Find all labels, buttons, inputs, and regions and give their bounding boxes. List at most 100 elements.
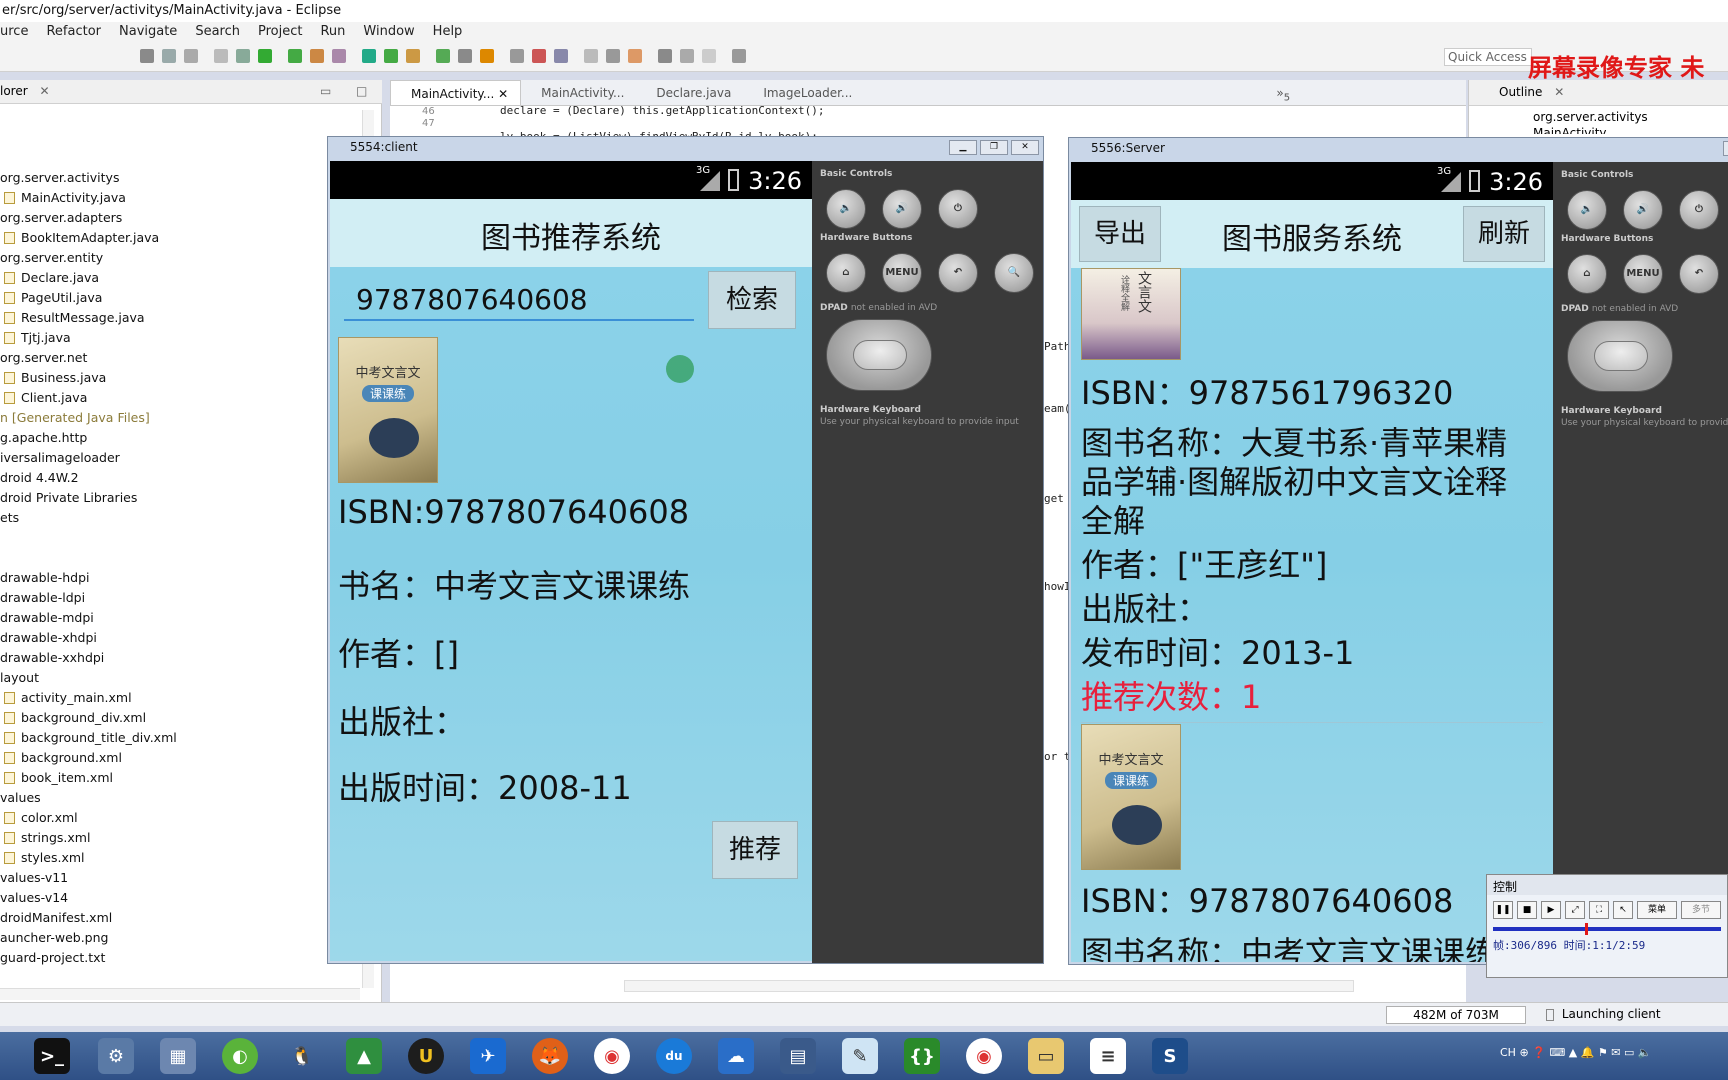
tree-item[interactable]: Declare.java xyxy=(0,268,370,288)
outline-item[interactable]: org.server.activitys xyxy=(1469,106,1728,124)
tree-item[interactable]: drawable-ldpi xyxy=(0,588,370,608)
editor-tab[interactable]: MainActivity... ✕ xyxy=(390,80,522,105)
dpad-center[interactable] xyxy=(1594,341,1648,371)
feishu-icon[interactable]: ✈ xyxy=(470,1038,506,1074)
firefox-icon[interactable]: 🦊 xyxy=(532,1038,568,1074)
quick-access-input[interactable]: Quick Access xyxy=(1444,48,1532,66)
tree-item[interactable]: background_div.xml xyxy=(0,708,370,728)
client-window-titlebar[interactable]: 5554:client ▁ ❐ ✕ xyxy=(328,137,1043,159)
tree-item[interactable]: values-v11 xyxy=(0,868,370,888)
book-cover-image[interactable]: 中考文言文 课课练 xyxy=(1081,724,1181,870)
tree-item[interactable]: background_title_div.xml xyxy=(0,728,370,748)
toolbar-icon[interactable] xyxy=(584,49,598,63)
folder-icon[interactable]: ▭ xyxy=(1028,1038,1064,1074)
search-icon[interactable]: 🔍 xyxy=(994,253,1034,293)
dpad-control[interactable] xyxy=(1567,320,1673,392)
package-explorer-tab[interactable]: lorer ✕ ▭ □ xyxy=(0,80,382,104)
toolbar-icon[interactable] xyxy=(680,49,694,63)
toolbar-icon[interactable] xyxy=(310,49,324,63)
tree-item[interactable]: color.xml xyxy=(0,808,370,828)
tree-item[interactable]: guard-project.txt xyxy=(0,948,370,968)
tree-item[interactable]: BookItemAdapter.java xyxy=(0,228,370,248)
tree-item[interactable]: PageUtil.java xyxy=(0,288,370,308)
menu-item[interactable]: urce xyxy=(0,22,37,42)
toolbar-icon[interactable] xyxy=(236,49,250,63)
chart-app-icon[interactable]: ▲ xyxy=(346,1038,382,1074)
cloud-icon[interactable]: ☁ xyxy=(718,1038,754,1074)
editor-horizontal-scrollbar[interactable] xyxy=(624,980,1354,992)
menu-item[interactable]: Window xyxy=(354,22,423,42)
toolbar-icon[interactable] xyxy=(436,49,450,63)
tree-item[interactable]: drawable-xxhdpi xyxy=(0,648,370,668)
toolbar-icon[interactable] xyxy=(140,49,154,63)
isbn-search-input[interactable]: 9787807640608 xyxy=(344,279,694,321)
qq-icon[interactable]: 🐧 xyxy=(284,1038,320,1074)
close-icon[interactable]: ✕ xyxy=(494,87,508,101)
book-cover-image[interactable]: 中考文言文 课课练 xyxy=(338,337,438,483)
tree-item[interactable]: org.server.activitys xyxy=(0,168,370,188)
menu-item[interactable]: Help xyxy=(424,22,472,42)
back-icon[interactable]: ↶ xyxy=(1679,254,1719,294)
play-icon[interactable]: ▶ xyxy=(1541,901,1561,919)
dpad-control[interactable] xyxy=(826,319,932,391)
tree-item[interactable]: org.server.entity xyxy=(0,248,370,268)
playback-marker[interactable] xyxy=(1585,923,1588,935)
ultraedit-icon[interactable]: U xyxy=(408,1038,444,1074)
cursor-icon[interactable]: ↖ xyxy=(1613,901,1633,919)
document-icon[interactable]: ≡ xyxy=(1090,1038,1126,1074)
tree-item[interactable]: auncher-web.png xyxy=(0,928,370,948)
pause-icon[interactable]: ❚❚ xyxy=(1493,901,1513,919)
json-editor-icon[interactable]: {} xyxy=(904,1038,940,1074)
minimize-icon[interactable]: ▁ xyxy=(1723,141,1728,156)
menu-button[interactable]: MENU xyxy=(1623,254,1663,294)
toolbar-icon[interactable] xyxy=(732,49,746,63)
editor-tab[interactable] xyxy=(864,80,896,105)
volume-up-icon[interactable]: 🔊 xyxy=(1623,190,1663,230)
tree-item[interactable]: activity_main.xml xyxy=(0,688,370,708)
recommend-button[interactable]: 推荐 xyxy=(712,821,798,879)
menu-button[interactable]: 菜单 xyxy=(1637,901,1677,919)
tree-item[interactable] xyxy=(0,548,370,568)
tree-item[interactable]: droid Private Libraries xyxy=(0,488,370,508)
stop-icon[interactable]: ■ xyxy=(1517,901,1537,919)
fit-window-icon[interactable]: ⤢ xyxy=(1565,901,1585,919)
tree-item[interactable]: styles.xml xyxy=(0,848,370,868)
editor-tab[interactable]: Declare.java xyxy=(636,80,743,105)
close-icon[interactable]: ✕ xyxy=(40,84,50,98)
menu-item[interactable]: Search xyxy=(186,22,249,42)
toolbar-icon[interactable] xyxy=(510,49,524,63)
restore-icon[interactable]: ❐ xyxy=(980,140,1008,155)
export-button[interactable]: 导出 xyxy=(1079,206,1161,262)
search-button[interactable]: 检索 xyxy=(708,271,796,329)
server-window-titlebar[interactable]: 5556:Server ▁ xyxy=(1069,138,1728,160)
app-green-icon[interactable]: ◐ xyxy=(222,1038,258,1074)
menu-item[interactable]: Navigate xyxy=(110,22,186,42)
tree-item[interactable]: MainActivity.java xyxy=(0,188,370,208)
toolbar-icon[interactable] xyxy=(628,49,642,63)
recorder-icon[interactable]: ▤ xyxy=(780,1038,816,1074)
toolbar-icon[interactable] xyxy=(162,49,176,63)
refresh-button[interactable]: 刷新 xyxy=(1463,206,1545,262)
editor-tab[interactable]: MainActivity... xyxy=(521,80,636,105)
close-icon[interactable]: ✕ xyxy=(1011,140,1039,155)
multi-section-button[interactable]: 多节 xyxy=(1681,901,1721,919)
tree-item[interactable]: n [Generated Java Files] xyxy=(0,408,370,428)
volume-down-icon[interactable]: 🔈 xyxy=(826,189,866,229)
toolbar-icon[interactable] xyxy=(332,49,346,63)
tree-item[interactable]: drawable-hdpi xyxy=(0,568,370,588)
toolbar-icon[interactable] xyxy=(658,49,672,63)
toolbar-icon[interactable] xyxy=(384,49,398,63)
toolbar-icon[interactable] xyxy=(258,49,272,63)
power-icon[interactable]: ⏻ xyxy=(938,189,978,229)
tree-item[interactable]: background.xml xyxy=(0,748,370,768)
volume-up-icon[interactable]: 🔊 xyxy=(882,189,922,229)
toolbar-icon[interactable] xyxy=(458,49,472,63)
maximize-icon[interactable]: □ xyxy=(356,84,367,98)
tree-item[interactable]: Business.java xyxy=(0,368,370,388)
cmd-icon[interactable]: >_ xyxy=(34,1038,70,1074)
power-icon[interactable]: ⏻ xyxy=(1679,190,1719,230)
menu-button[interactable]: MENU xyxy=(882,253,922,293)
minimize-icon[interactable]: ▭ xyxy=(320,84,331,98)
tree-item[interactable]: org.server.net xyxy=(0,348,370,368)
toolbar-icon[interactable] xyxy=(554,49,568,63)
